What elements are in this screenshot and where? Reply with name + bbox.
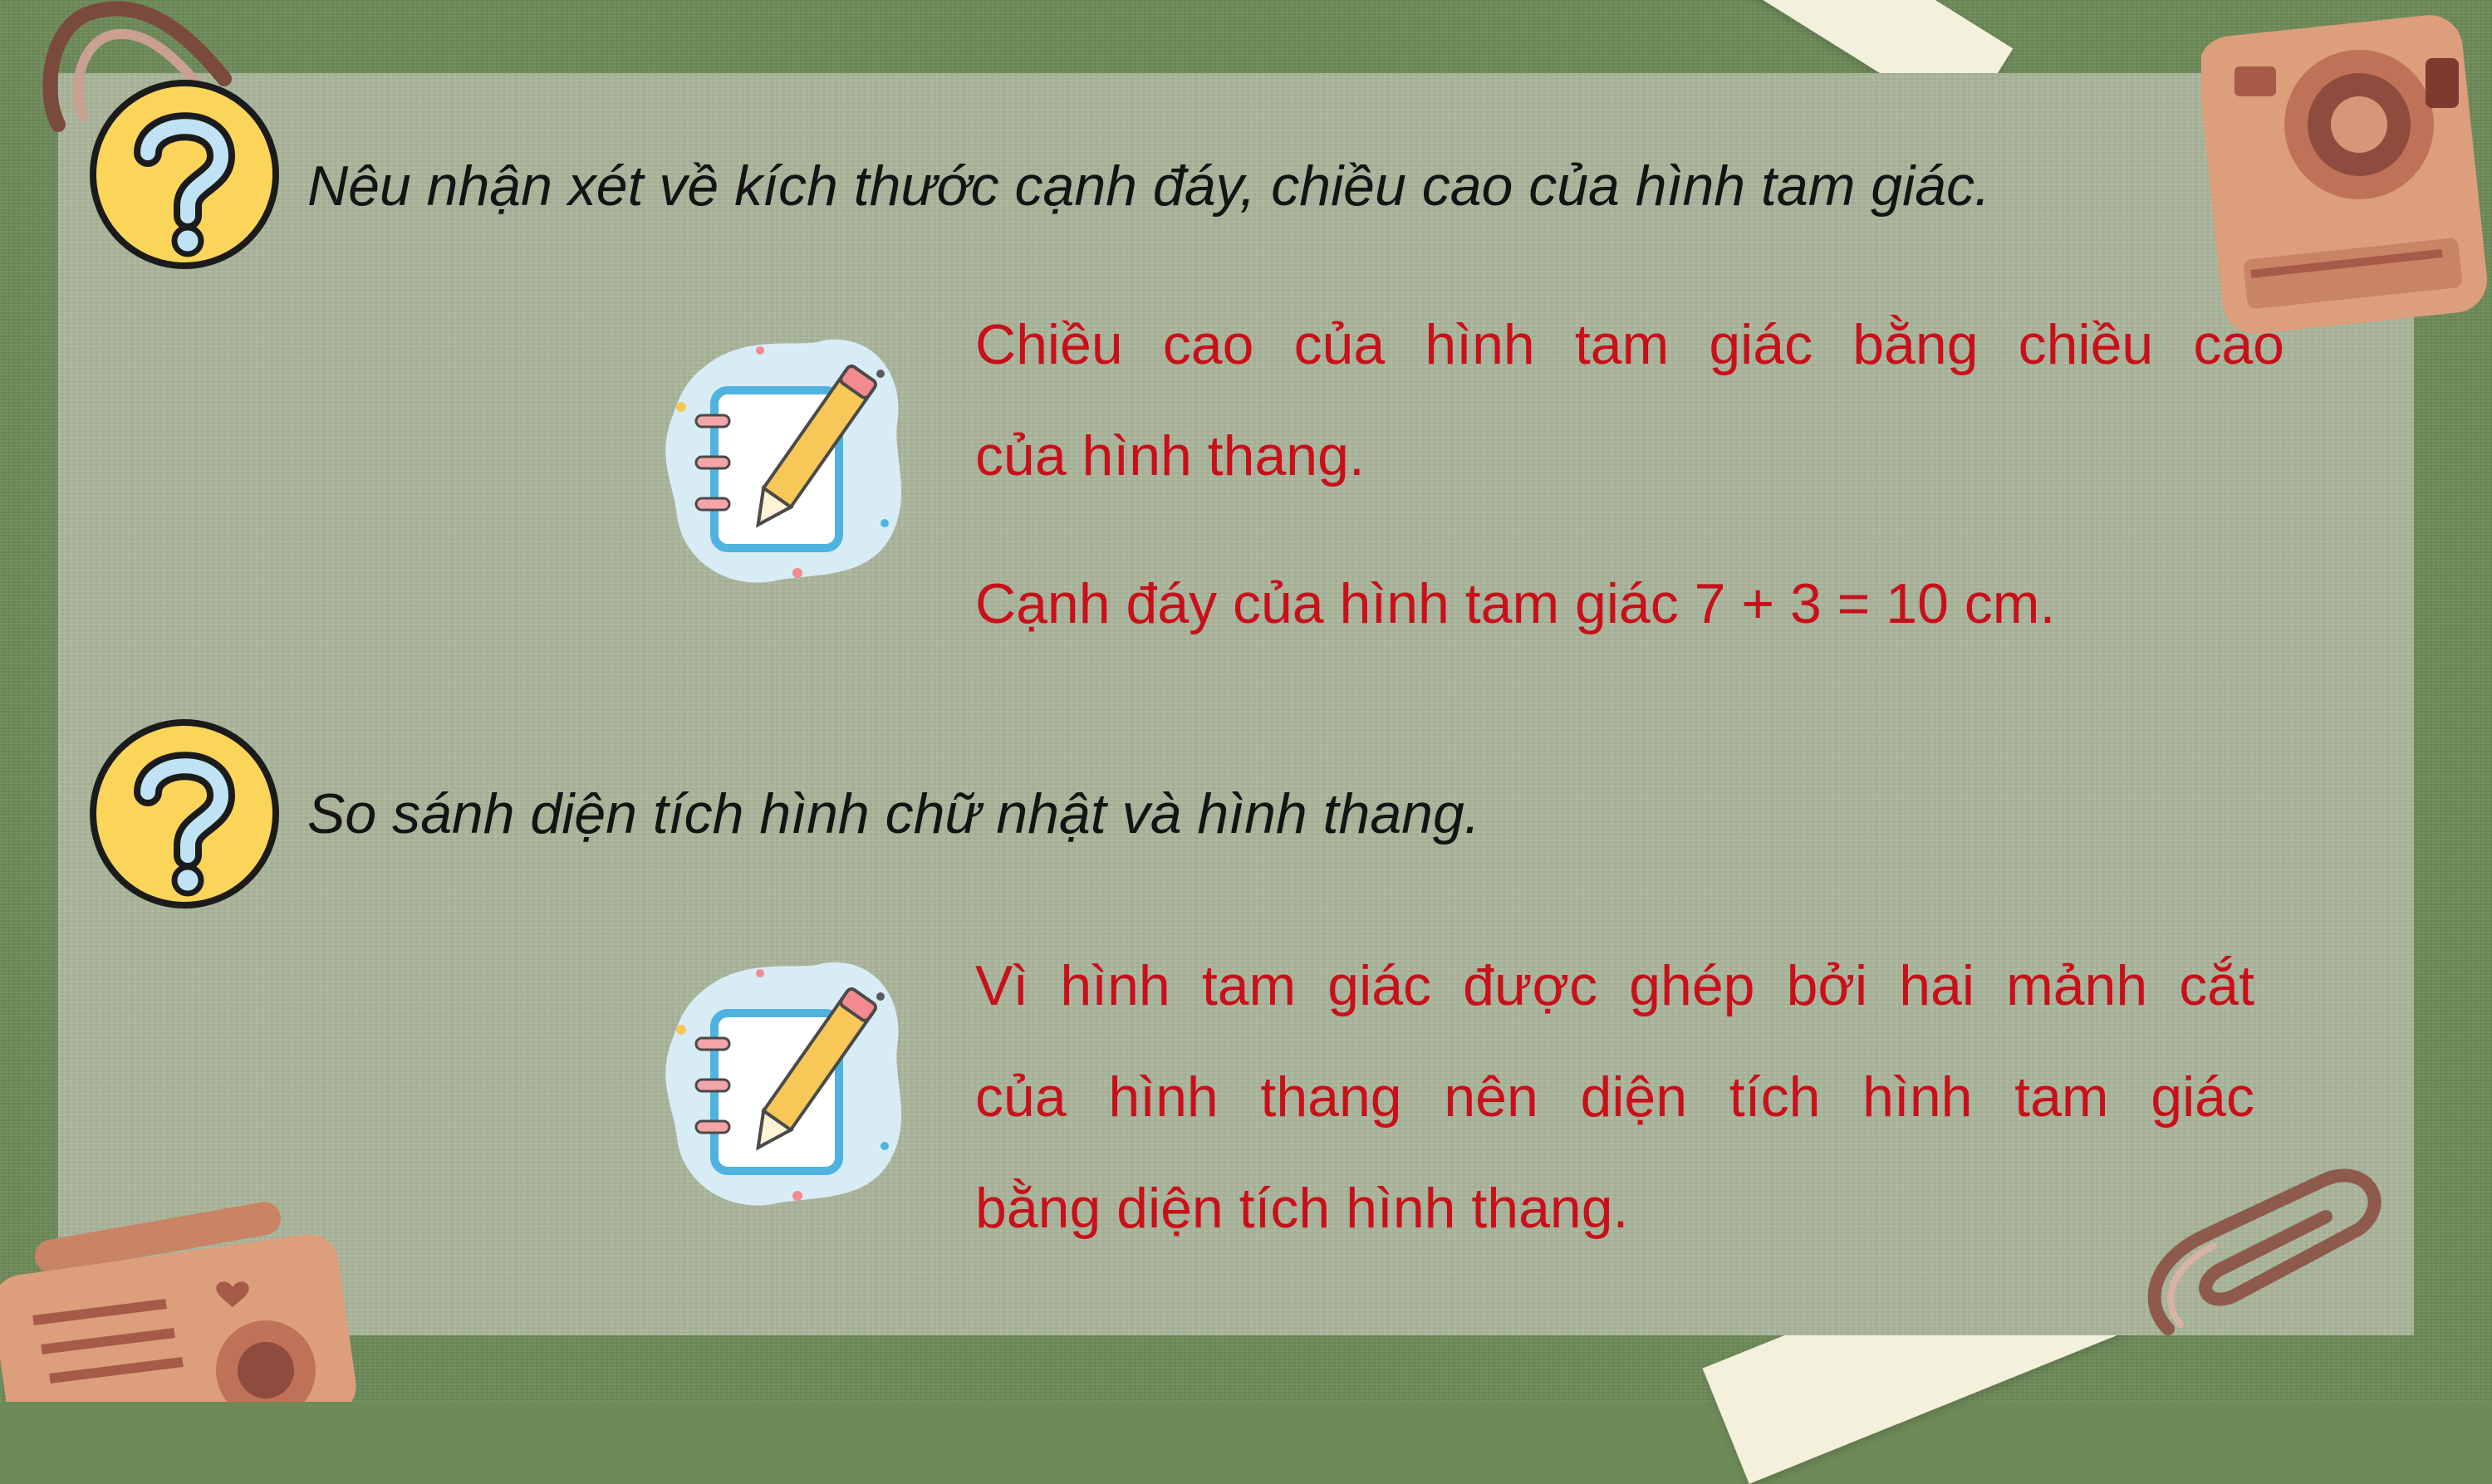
question-mark-icon [90,719,279,909]
notebook-pencil-icon [665,962,902,1206]
radio-icon [0,1202,356,1402]
question-1-text: Nêu nhận xét về kích thước cạnh đáy, chi… [307,154,1990,218]
question-mark-icon [90,80,279,269]
answer-2-line-1: Vì hình tam giác được ghép bởi hai mảnh … [975,954,2254,1017]
answer-1a: Chiều cao của hình tam giác bằng chiều c… [975,289,2284,512]
answer-1a-line-1: Chiều cao của hình tam giác bằng chiều c… [975,313,2284,376]
answer-2-line-2: của hình thang nên diện tích hình tam gi… [975,1065,2254,1129]
answer-2-line-3: bằng diện tích hình thang. [975,1177,1629,1240]
notebook-pencil-icon [665,339,902,583]
question-2-text: So sánh diện tích hình chữ nhật và hình … [307,782,1480,845]
answer-1a-line-2: của hình thang. [975,424,1365,487]
answer-1b: Cạnh đáy của hình tam giác 7 + 3 = 10 cm… [975,548,2304,659]
answer-1b-line-1: Cạnh đáy của hình tam giác 7 + 3 = 10 cm… [975,572,2056,635]
answer-2: Vì hình tam giác được ghép bởi hai mảnh … [975,930,2254,1264]
